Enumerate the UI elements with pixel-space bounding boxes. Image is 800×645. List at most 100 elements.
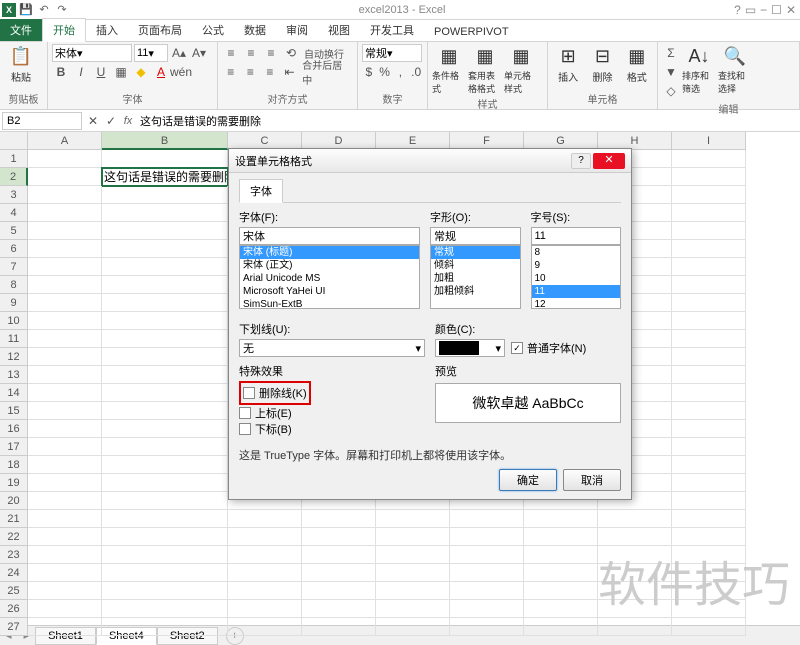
tab-view[interactable]: 视图 <box>318 19 360 41</box>
comma-icon[interactable]: , <box>394 63 408 81</box>
cell-H24[interactable] <box>598 564 672 582</box>
cell-B10[interactable] <box>102 312 228 330</box>
row-header-11[interactable]: 11 <box>0 330 28 348</box>
cell-B24[interactable] <box>102 564 228 582</box>
cell-I6[interactable] <box>672 240 746 258</box>
style-list[interactable]: 常规 倾斜 加粗 加粗倾斜 <box>430 245 521 309</box>
cell-A6[interactable] <box>28 240 102 258</box>
cell-G26[interactable] <box>524 600 598 618</box>
cell-I14[interactable] <box>672 384 746 402</box>
cell-C27[interactable] <box>228 618 302 636</box>
col-header-I[interactable]: I <box>672 132 746 150</box>
row-header-1[interactable]: 1 <box>0 150 28 168</box>
row-header-8[interactable]: 8 <box>0 276 28 294</box>
cell-D22[interactable] <box>302 528 376 546</box>
cell-A23[interactable] <box>28 546 102 564</box>
cell-B14[interactable] <box>102 384 228 402</box>
cell-A14[interactable] <box>28 384 102 402</box>
tab-formula[interactable]: 公式 <box>192 19 234 41</box>
cell-D27[interactable] <box>302 618 376 636</box>
tab-home[interactable]: 开始 <box>42 18 86 42</box>
cell-I1[interactable] <box>672 150 746 168</box>
cell-I4[interactable] <box>672 204 746 222</box>
insert-button[interactable]: ⊞插入 <box>552 44 584 84</box>
cell-B21[interactable] <box>102 510 228 528</box>
style-input[interactable]: 常规 <box>430 227 521 245</box>
underline-select[interactable]: 无▾ <box>239 339 425 357</box>
cell-G27[interactable] <box>524 618 598 636</box>
cell-A3[interactable] <box>28 186 102 204</box>
row-header-24[interactable]: 24 <box>0 564 28 582</box>
cell-C22[interactable] <box>228 528 302 546</box>
cell-D25[interactable] <box>302 582 376 600</box>
cell-E23[interactable] <box>376 546 450 564</box>
col-header-A[interactable]: A <box>28 132 102 150</box>
cell-H22[interactable] <box>598 528 672 546</box>
font-color-icon[interactable]: A <box>152 63 170 81</box>
font-size-select[interactable]: 11▾ <box>134 44 168 62</box>
tab-layout[interactable]: 页面布局 <box>128 19 192 41</box>
tab-review[interactable]: 审阅 <box>276 19 318 41</box>
grow-font-icon[interactable]: A▴ <box>170 44 188 62</box>
cell-I11[interactable] <box>672 330 746 348</box>
cell-D26[interactable] <box>302 600 376 618</box>
cell-A4[interactable] <box>28 204 102 222</box>
cell-H21[interactable] <box>598 510 672 528</box>
style-item-3[interactable]: 加粗倾斜 <box>431 285 520 298</box>
sup-checkbox[interactable]: 上标(E) <box>239 405 425 421</box>
cell-C23[interactable] <box>228 546 302 564</box>
row-header-25[interactable]: 25 <box>0 582 28 600</box>
cell-A27[interactable] <box>28 618 102 636</box>
cell-B9[interactable] <box>102 294 228 312</box>
cell-A10[interactable] <box>28 312 102 330</box>
cell-B1[interactable] <box>102 150 228 168</box>
cell-I25[interactable] <box>672 582 746 600</box>
cell-A15[interactable] <box>28 402 102 420</box>
cell-I24[interactable] <box>672 564 746 582</box>
cell-I9[interactable] <box>672 294 746 312</box>
close-icon[interactable]: ✕ <box>786 3 796 17</box>
size-item-4[interactable]: 12 <box>532 298 621 309</box>
cell-G24[interactable] <box>524 564 598 582</box>
cell-G21[interactable] <box>524 510 598 528</box>
cancel-button[interactable]: 取消 <box>563 469 621 491</box>
cell-B18[interactable] <box>102 456 228 474</box>
cell-A18[interactable] <box>28 456 102 474</box>
cell-C24[interactable] <box>228 564 302 582</box>
cell-I19[interactable] <box>672 474 746 492</box>
cell-A2[interactable] <box>28 168 102 186</box>
cell-B16[interactable] <box>102 420 228 438</box>
cell-A1[interactable] <box>28 150 102 168</box>
undo-icon[interactable]: ↶ <box>36 2 52 18</box>
help-icon[interactable]: ? <box>734 3 741 17</box>
strike-checkbox[interactable]: 删除线(K) <box>243 385 307 401</box>
cell-E25[interactable] <box>376 582 450 600</box>
cell-F22[interactable] <box>450 528 524 546</box>
cell-I22[interactable] <box>672 528 746 546</box>
row-header-14[interactable]: 14 <box>0 384 28 402</box>
align-left-icon[interactable]: ≡ <box>222 63 240 81</box>
tab-powerpivot[interactable]: POWERPIVOT <box>424 23 519 41</box>
cell-A5[interactable] <box>28 222 102 240</box>
paste-button[interactable]: 📋粘贴 <box>4 44 38 84</box>
cell-F24[interactable] <box>450 564 524 582</box>
fx-icon[interactable]: fx <box>120 115 136 127</box>
merge-button[interactable]: 合并后居中 <box>300 57 353 87</box>
cell-E27[interactable] <box>376 618 450 636</box>
cell-A26[interactable] <box>28 600 102 618</box>
dialog-help-icon[interactable]: ? <box>571 153 591 169</box>
dialog-tab-font[interactable]: 字体 <box>239 179 283 203</box>
cell-D24[interactable] <box>302 564 376 582</box>
autosum-icon[interactable]: Σ <box>662 44 680 62</box>
format-button[interactable]: ▦格式 <box>621 44 653 84</box>
shrink-font-icon[interactable]: A▾ <box>190 44 208 62</box>
tab-dev[interactable]: 开发工具 <box>360 19 424 41</box>
sort-filter-button[interactable]: A↓排序和筛选 <box>682 44 716 95</box>
fill-icon[interactable]: ▼ <box>662 63 680 81</box>
row-header-5[interactable]: 5 <box>0 222 28 240</box>
cell-F21[interactable] <box>450 510 524 528</box>
style-item-2[interactable]: 加粗 <box>431 272 520 285</box>
cell-E24[interactable] <box>376 564 450 582</box>
cell-B7[interactable] <box>102 258 228 276</box>
cancel-entry-icon[interactable]: ✕ <box>84 112 102 130</box>
